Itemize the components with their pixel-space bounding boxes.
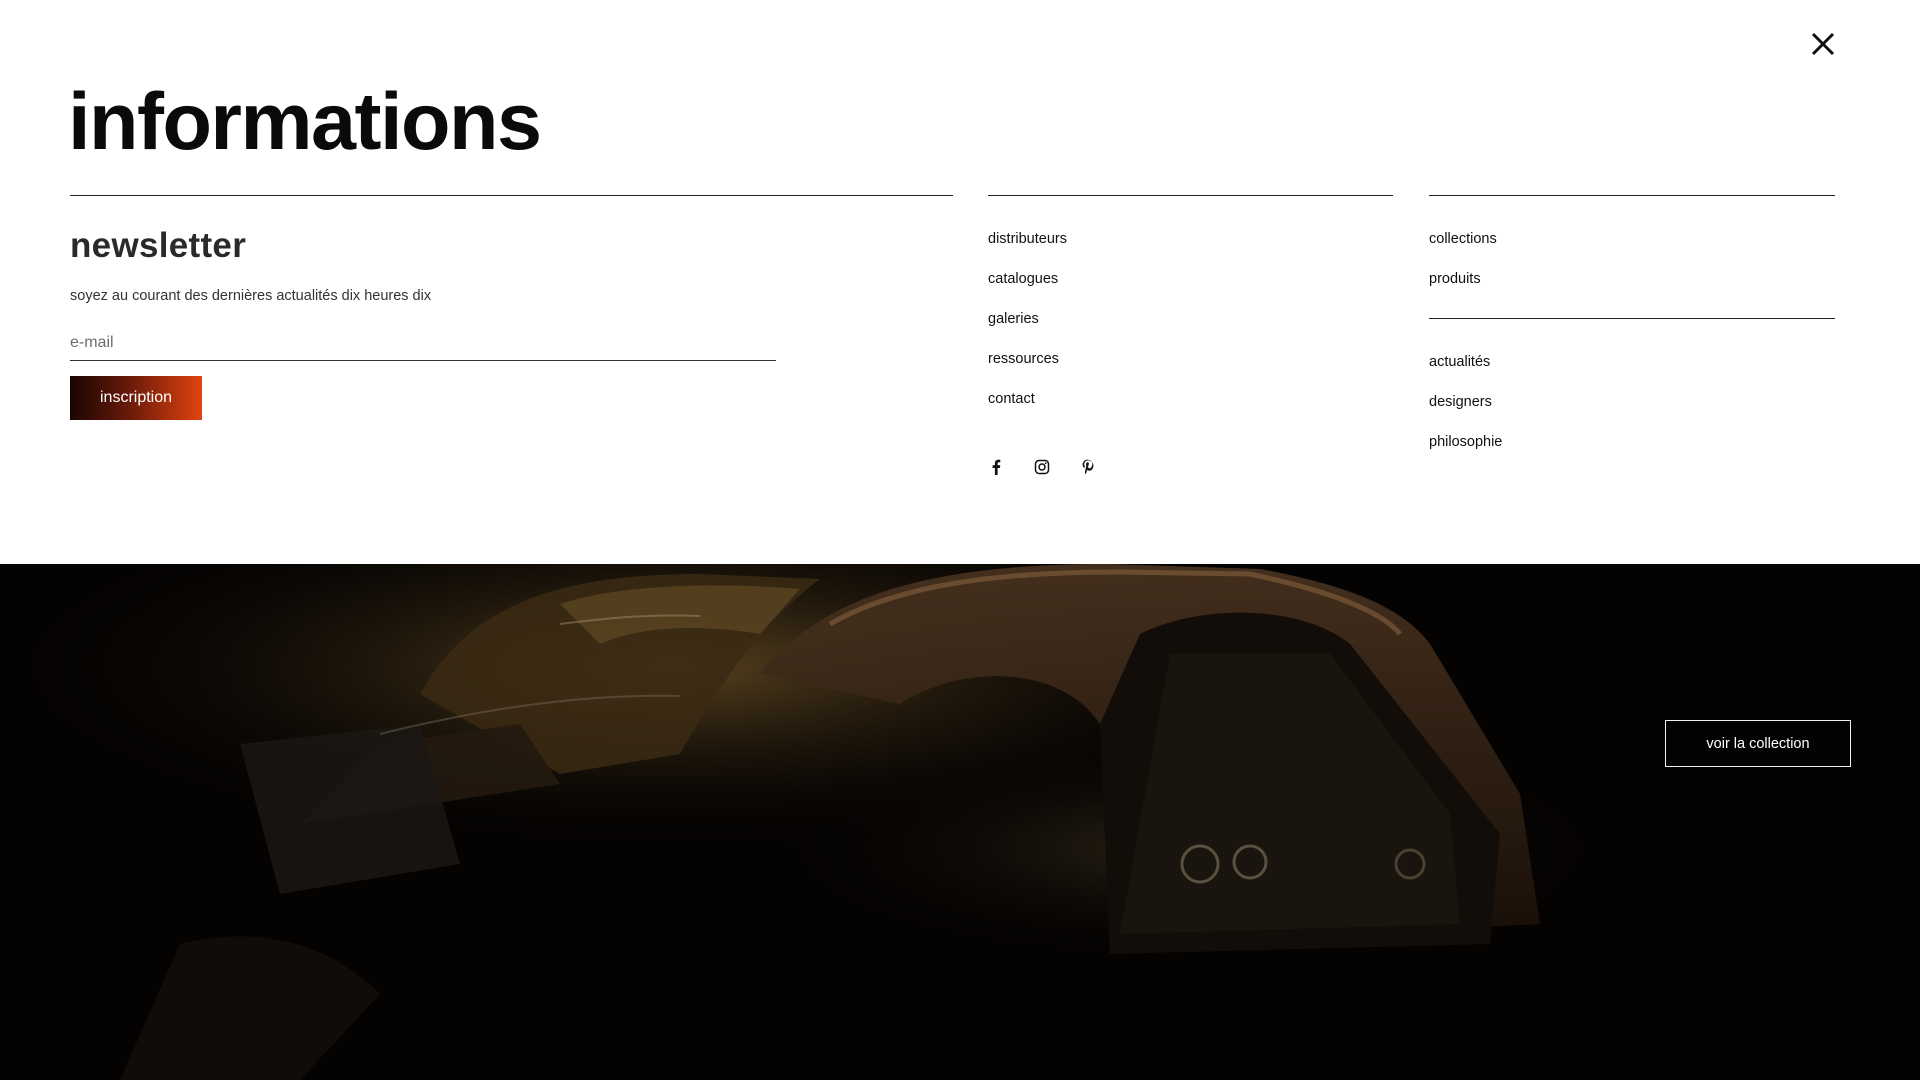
link-actualites[interactable]: actualités [1429, 354, 1490, 370]
link-produits[interactable]: produits [1429, 271, 1481, 287]
view-collection-button[interactable]: voir la collection [1665, 720, 1851, 767]
links-secondary-bottom: actualités designers philosophie [1429, 353, 1502, 473]
close-icon [1811, 32, 1835, 56]
divider-links-secondary [1429, 195, 1835, 196]
links-primary: distributeurs catalogues galeries ressou… [988, 230, 1067, 430]
link-item: distributeurs [988, 230, 1067, 270]
link-item: actualités [1429, 353, 1502, 393]
hero-image [0, 564, 1920, 1080]
link-ressources[interactable]: ressources [988, 351, 1059, 367]
car-photo-illustration [0, 564, 1920, 1080]
link-philosophie[interactable]: philosophie [1429, 434, 1502, 450]
link-designers[interactable]: designers [1429, 394, 1492, 410]
link-item: contact [988, 390, 1067, 430]
facebook-link[interactable] [988, 458, 1004, 476]
instagram-link[interactable] [1034, 458, 1050, 476]
link-item: produits [1429, 270, 1497, 310]
link-contact[interactable]: contact [988, 391, 1035, 407]
divider-links-primary [988, 195, 1393, 196]
link-item: catalogues [988, 270, 1067, 310]
link-item: philosophie [1429, 433, 1502, 473]
close-button[interactable] [1805, 26, 1841, 62]
divider-links-secondary-middle [1429, 318, 1835, 319]
link-distributeurs[interactable]: distributeurs [988, 231, 1067, 247]
instagram-icon [1034, 459, 1050, 475]
link-collections[interactable]: collections [1429, 231, 1497, 247]
subscribe-button[interactable]: inscription [70, 376, 202, 420]
page-title: informations [68, 77, 542, 167]
facebook-icon [992, 459, 1001, 475]
email-field[interactable] [70, 325, 776, 361]
pinterest-icon [1082, 459, 1094, 475]
newsletter-title: newsletter [70, 226, 247, 265]
link-item: ressources [988, 350, 1067, 390]
social-links [988, 458, 1096, 476]
link-item: galeries [988, 310, 1067, 350]
pinterest-link[interactable] [1080, 458, 1096, 476]
link-galeries[interactable]: galeries [988, 311, 1039, 327]
newsletter-description: soyez au courant des dernières actualité… [70, 288, 432, 304]
link-item: collections [1429, 230, 1497, 270]
link-catalogues[interactable]: catalogues [988, 271, 1058, 287]
links-secondary-top: collections produits [1429, 230, 1497, 310]
divider-newsletter [70, 195, 953, 196]
link-item: designers [1429, 393, 1502, 433]
informations-panel: informations newsletter soyez au courant… [0, 0, 1920, 564]
